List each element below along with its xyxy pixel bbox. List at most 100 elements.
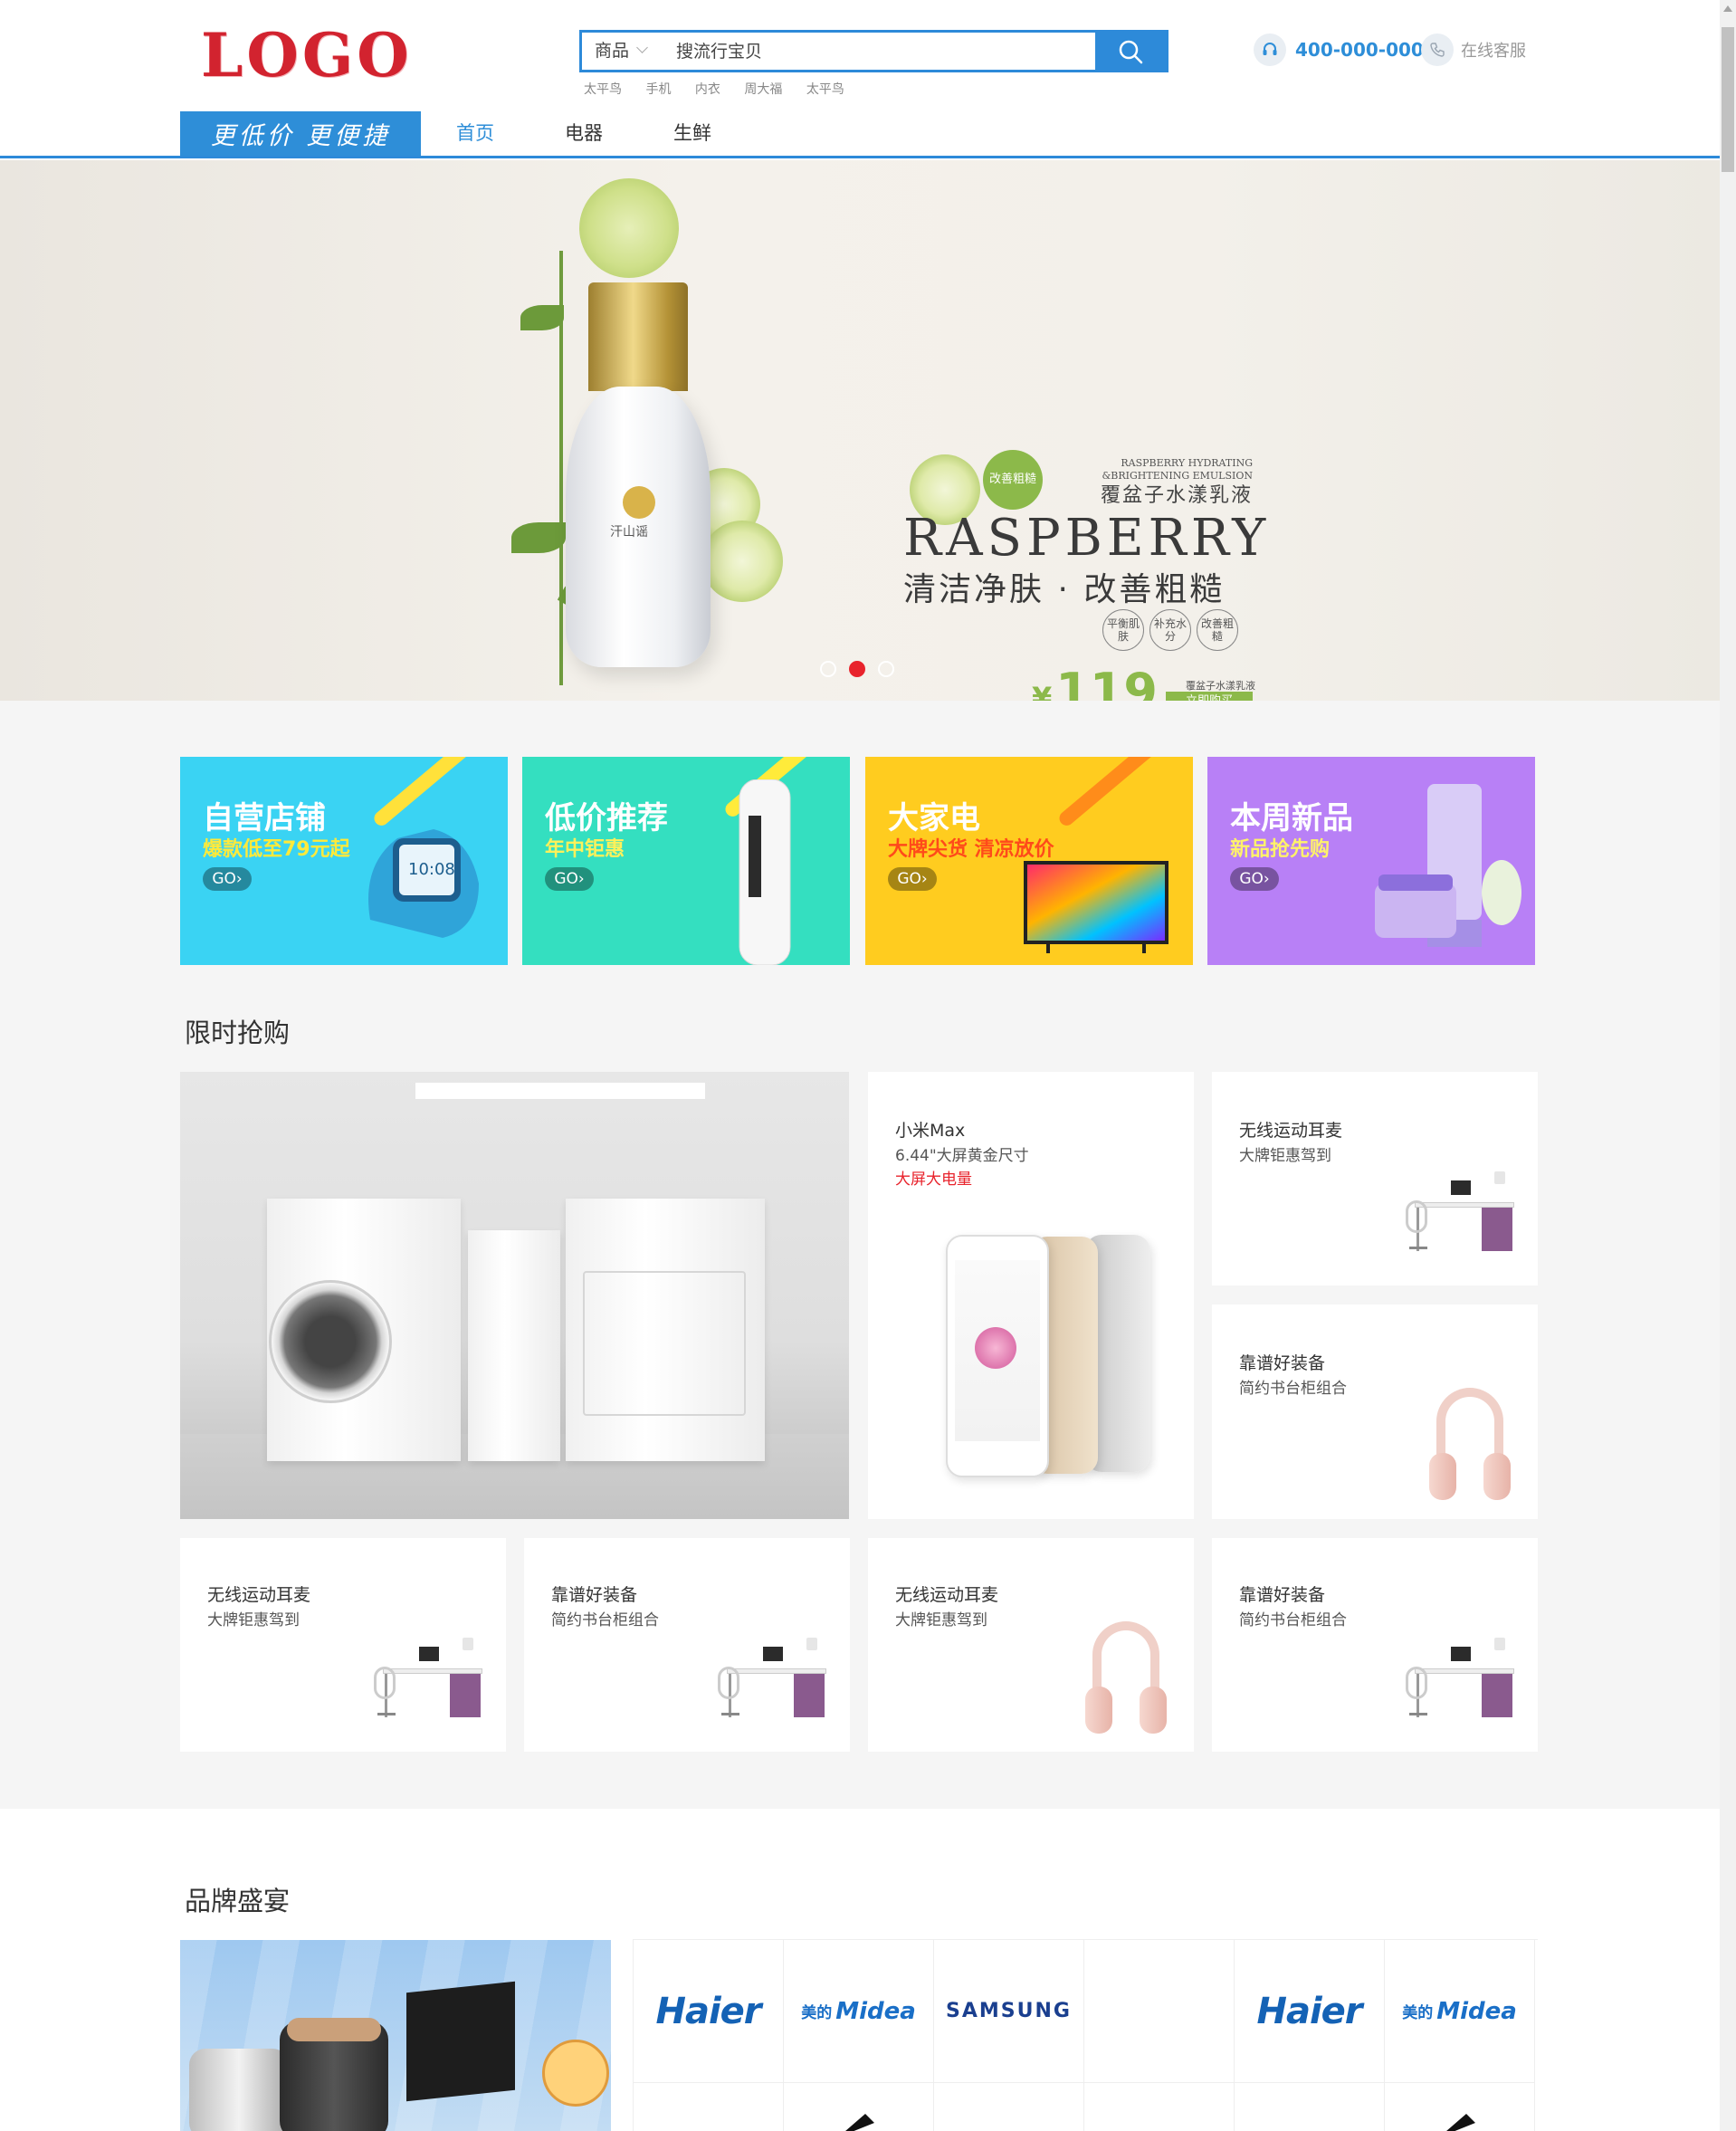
carousel-dot[interactable] [820,661,836,677]
search-icon [1119,40,1143,63]
online-service-link[interactable]: 在线客服 [1421,33,1526,66]
hot-word[interactable]: 太平鸟 [584,82,622,97]
card-title: 无线运动耳麦 [207,1585,311,1605]
go-button[interactable]: GO› [203,867,252,891]
page-scrollbar[interactable] [1720,0,1736,2131]
decor-stripe [1056,757,1163,829]
brand-logo-haier[interactable]: Haier [1235,1940,1385,2083]
card-subtitle: 简约书台柜组合 [1239,1611,1347,1629]
hot-word[interactable]: 周大福 [744,82,782,97]
cucumber-slice-image [701,521,783,602]
brand-logo-cell[interactable] [1385,2083,1535,2131]
search-category-dropdown[interactable]: 商品 [582,33,658,70]
desk-icon [1406,1166,1514,1257]
product-card[interactable]: 靠谱好装备 简约书台柜组合 [1212,1304,1538,1519]
shelf [415,1083,705,1099]
desk-icon [1406,1632,1514,1723]
brand-logo-cell[interactable] [1084,2083,1235,2131]
tv-icon [1024,861,1168,953]
online-service-label: 在线客服 [1461,42,1526,61]
scrollbar-thumb[interactable] [1722,27,1734,172]
brand-name-en: Midea [1436,1997,1517,2025]
brand-logo-partial-icon [1446,2114,1475,2131]
promo-new-arrivals[interactable]: 本周新品 新品抢先购 GO› [1207,757,1535,965]
card-title: 靠谱好装备 [1239,1585,1326,1605]
brand-name: Haier [655,1990,761,2032]
nav-item-appliances[interactable]: 电器 [565,111,603,156]
main-nav: 更低价 更便捷 首页 电器 生鲜 [0,111,1720,158]
search-button[interactable] [1095,33,1166,70]
banner-tag: 改善粗糙 [1197,609,1238,651]
brand-name: 美的 Midea [1402,1998,1517,2025]
brand-logo-cell[interactable] [634,2083,784,2131]
feature-card-xiaomi[interactable]: 小米Max 6.44"大屏黄金尺寸 大屏大电量 [868,1072,1194,1519]
section-title-brands: 品牌盛宴 [185,1886,291,1916]
brand-name: SAMSUNG [946,2000,1072,2022]
flower-wallpaper [975,1327,1016,1369]
phone-image-front [946,1235,1049,1477]
banner-subtitle-cn: 覆盆子水漾乳液 [1100,484,1253,507]
carousel-dot[interactable] [878,661,894,677]
card-subtitle: 简约书台柜组合 [551,1611,659,1629]
air-conditioner-icon [739,779,791,965]
buy-now-button[interactable]: 立即购买 [1166,692,1253,701]
banner-buy-title: 覆盆子水漾乳液 [1186,680,1255,692]
go-label: GO [1239,870,1264,888]
go-button[interactable]: GO› [888,867,937,891]
brand-logo-cell[interactable] [784,2083,934,2131]
promo-big-appliances[interactable]: 大家电 大牌尖货 清凉放价 GO› [865,757,1193,965]
hot-word[interactable]: 太平鸟 [806,82,844,97]
promo-title: 大家电 [888,800,980,836]
leaf-image [520,305,564,330]
scroll-up-arrow-icon[interactable] [1723,5,1732,12]
flower-image [579,178,679,278]
card-subtitle: 大牌钜惠驾到 [1239,1147,1331,1165]
carousel-dot-active[interactable] [849,661,865,677]
promo-self-store[interactable]: 自营店铺 爆款低至79元起 GO› 10:08 [180,757,508,965]
product-card[interactable]: 靠谱好装备 简约书台柜组合 [1212,1538,1538,1752]
feature-washer-image[interactable] [180,1072,849,1519]
brand-logo-haier[interactable]: Haier [634,1940,784,2083]
brand-name-cn: 美的 [1402,2004,1434,2022]
brand-logo-midea[interactable]: 美的 Midea [784,1940,934,2083]
card-highlight: 大屏大电量 [895,1171,972,1189]
leaf-image [511,522,566,553]
brand-name-cn: 美的 [801,2004,833,2022]
search-input[interactable] [658,33,1038,70]
product-card[interactable]: 无线运动耳麦 大牌钜惠驾到 [1212,1072,1538,1285]
phone-icon [1421,33,1454,66]
nav-item-fresh[interactable]: 生鲜 [673,111,711,156]
rice-cooker-image [189,2049,289,2131]
brand-logo-cell[interactable] [934,2083,1084,2131]
hero-banner[interactable]: 汗山谣 改善粗糙 RASPBERRY HYDRATING &BRIGHTENIN… [0,160,1720,701]
section-title-flash-sale: 限时抢购 [185,1018,291,1048]
headphone-icon [1085,1621,1167,1739]
go-button[interactable]: GO› [545,867,594,891]
brand-logo-empty[interactable] [1084,1940,1235,2083]
hot-word[interactable]: 手机 [645,82,671,97]
svg-text:10:08: 10:08 [408,860,455,879]
product-card[interactable]: 靠谱好装备 简约书台柜组合 [524,1538,850,1752]
headset-icon [1254,33,1286,66]
brand-promo-image[interactable] [180,1940,611,2131]
headphone-icon [1429,1388,1511,1505]
promo-low-price[interactable]: 低价推荐 年中钜惠 GO› [522,757,850,965]
product-card[interactable]: 无线运动耳麦 大牌钜惠驾到 [180,1538,506,1752]
card-title: 靠谱好装备 [551,1585,638,1605]
hot-word[interactable]: 内衣 [695,82,720,97]
brand-logo-cell[interactable] [1235,2083,1385,2131]
price-value: 119 [1055,663,1158,701]
brand-name: 美的 Midea [801,1998,916,2025]
brand-logo-grid: Haier 美的 Midea SAMSUNG Haier 美的 Midea [633,1939,1538,2131]
bottle-cap [588,282,688,391]
banner-price: ¥119 [1032,663,1158,701]
go-label: GO [554,870,578,888]
site-logo[interactable]: LOGO [201,20,413,91]
product-card[interactable]: 无线运动耳麦 大牌钜惠驾到 [868,1538,1194,1752]
go-button[interactable]: GO› [1230,867,1279,891]
search-bar: 商品 [579,30,1168,72]
brand-logo-midea[interactable]: 美的 Midea [1385,1940,1535,2083]
promo-subtitle: 爆款低至79元起 [203,838,350,861]
nav-item-home[interactable]: 首页 [456,111,494,156]
brand-logo-samsung[interactable]: SAMSUNG [934,1940,1084,2083]
